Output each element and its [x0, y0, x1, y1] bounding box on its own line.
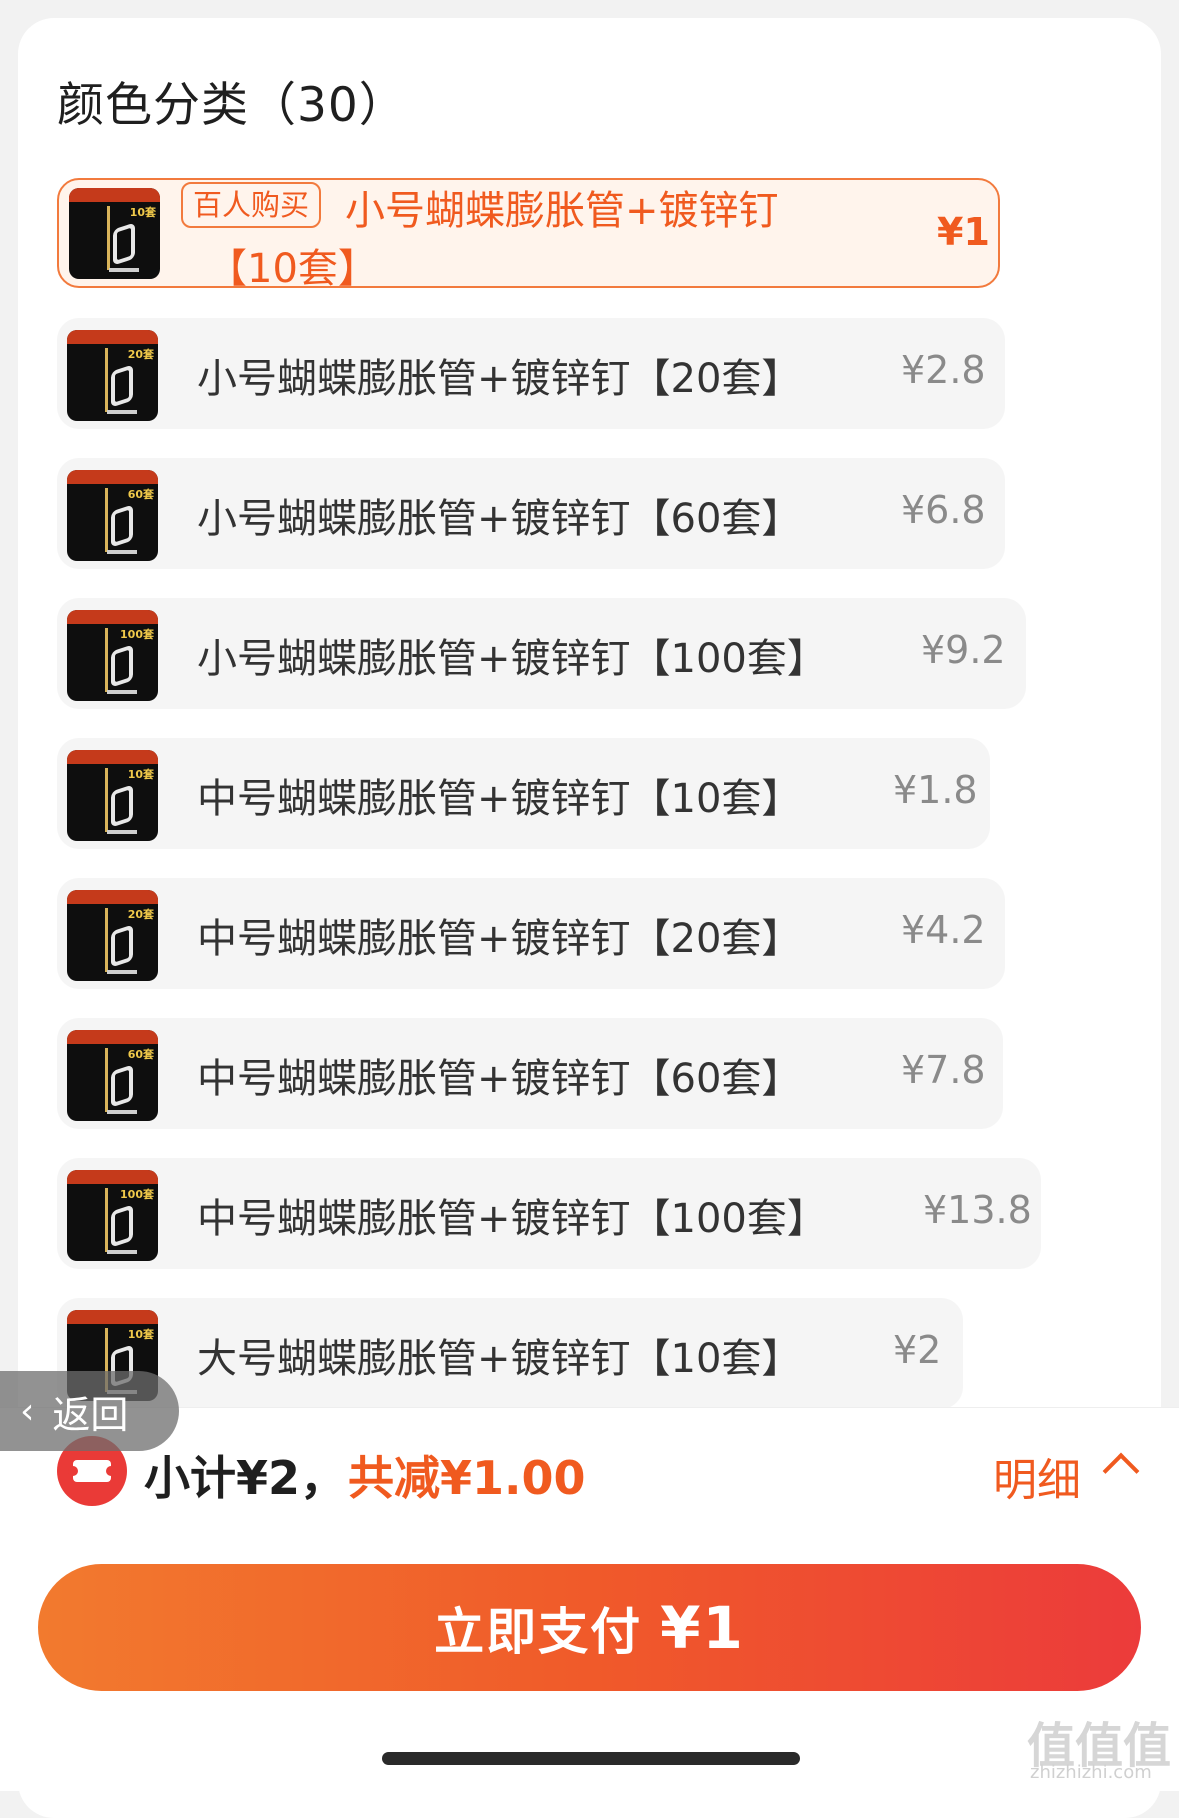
- option-label-qty: 【10套】: [207, 246, 378, 292]
- discount-text: 共减¥1.00: [348, 1451, 586, 1505]
- popular-badge: 百人购买: [181, 182, 322, 228]
- section-title: 颜色分类（30）: [57, 78, 407, 133]
- option-item[interactable]: 20套 中号蝴蝶膨胀管+镀锌钉【20套】 ¥4.2: [57, 878, 1005, 989]
- option-label: 中号蝴蝶膨胀管+镀锌钉【20套】: [197, 916, 802, 962]
- option-label: 大号蝴蝶膨胀管+镀锌钉【10套】: [197, 1336, 802, 1382]
- chevron-left-icon: ‹: [20, 1390, 35, 1432]
- option-label: 小号蝴蝶膨胀管+镀锌钉: [345, 188, 779, 234]
- option-price: ¥1: [937, 210, 990, 254]
- option-item[interactable]: 100套 小号蝴蝶膨胀管+镀锌钉【100套】 ¥9.2: [57, 598, 1026, 709]
- product-thumbnail: 20套: [67, 330, 158, 421]
- option-price: ¥1.8: [893, 768, 978, 812]
- option-item[interactable]: 10套 中号蝴蝶膨胀管+镀锌钉【10套】 ¥1.8: [57, 738, 990, 849]
- subtotal-text: 小计¥2，: [144, 1451, 347, 1505]
- option-price: ¥2: [893, 1328, 942, 1372]
- product-thumbnail: 100套: [67, 1170, 158, 1261]
- product-thumbnail: 60套: [67, 1030, 158, 1121]
- product-thumbnail: 60套: [67, 470, 158, 561]
- option-item[interactable]: 100套 中号蝴蝶膨胀管+镀锌钉【100套】 ¥13.8: [57, 1158, 1041, 1269]
- detail-link[interactable]: 明细: [993, 1444, 1081, 1508]
- option-label: 中号蝴蝶膨胀管+镀锌钉【100套】: [197, 1196, 827, 1242]
- option-label: 中号蝴蝶膨胀管+镀锌钉【10套】: [197, 776, 802, 822]
- pay-button-amount: ¥1: [660, 1593, 745, 1662]
- option-item[interactable]: 20套 小号蝴蝶膨胀管+镀锌钉【20套】 ¥2.8: [57, 318, 1005, 429]
- option-price: ¥4.2: [901, 908, 986, 952]
- watermark-site: zhizhizhi.com: [1030, 1762, 1152, 1783]
- option-item-selected[interactable]: 10套 百人购买 小号蝴蝶膨胀管+镀锌钉 【10套】 ¥1: [57, 178, 1000, 292]
- option-price: ¥13.8: [923, 1188, 1032, 1232]
- option-item[interactable]: 60套 中号蝴蝶膨胀管+镀锌钉【60套】 ¥7.8: [57, 1018, 1003, 1129]
- option-price: ¥6.8: [901, 488, 986, 532]
- option-label: 小号蝴蝶膨胀管+镀锌钉【60套】: [197, 496, 802, 542]
- option-label: 中号蝴蝶膨胀管+镀锌钉【60套】: [197, 1056, 802, 1102]
- product-thumbnail: 20套: [67, 890, 158, 981]
- option-label: 小号蝴蝶膨胀管+镀锌钉【20套】: [197, 356, 802, 402]
- option-label: 小号蝴蝶膨胀管+镀锌钉【100套】: [197, 636, 827, 682]
- pay-button-label: 立即支付: [434, 1602, 643, 1661]
- pay-now-button[interactable]: 立即支付 ¥1: [38, 1564, 1141, 1691]
- product-thumbnail: 10套: [67, 750, 158, 841]
- back-button[interactable]: ‹ 返回: [0, 1371, 179, 1451]
- chevron-up-icon[interactable]: [1102, 1452, 1140, 1490]
- option-price: ¥7.8: [901, 1048, 986, 1092]
- product-thumbnail: 10套: [69, 188, 160, 279]
- option-item[interactable]: 60套 小号蝴蝶膨胀管+镀锌钉【60套】 ¥6.8: [57, 458, 1005, 569]
- home-indicator: [382, 1752, 800, 1765]
- option-item[interactable]: 10套 大号蝴蝶膨胀管+镀锌钉【10套】 ¥2: [57, 1298, 963, 1409]
- back-label: 返回: [52, 1392, 129, 1437]
- option-price: ¥2.8: [901, 348, 986, 392]
- product-thumbnail: 100套: [67, 610, 158, 701]
- option-price: ¥9.2: [921, 628, 1006, 672]
